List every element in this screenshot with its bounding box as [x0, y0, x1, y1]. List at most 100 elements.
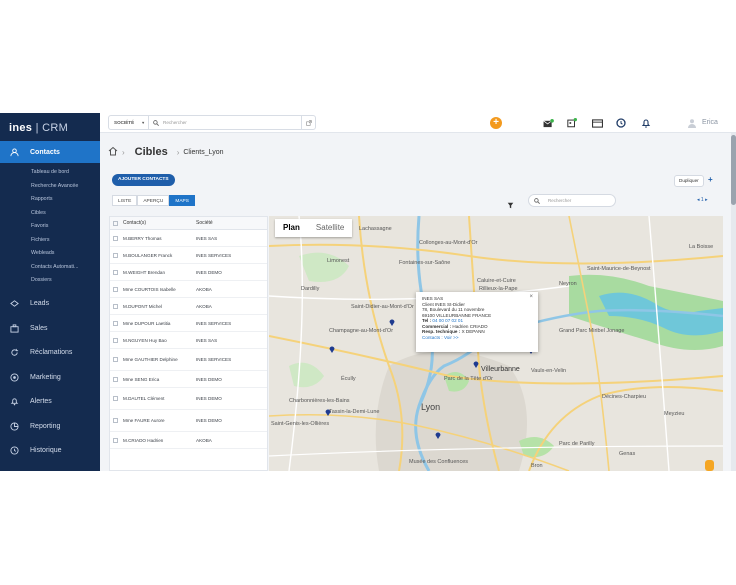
table-row[interactable]: M.BOULANGER Franck INES SERVICES [110, 247, 267, 264]
cell-societe[interactable]: INES SERVICES [196, 253, 267, 258]
sidebar-item-contacts[interactable]: Contacts [0, 141, 100, 163]
cell-contact[interactable]: Mme SENG Erica [123, 377, 196, 382]
table-row[interactable]: Mme FAURE Aurore INES DEMO [110, 410, 267, 432]
row-checkbox[interactable] [113, 357, 118, 362]
cell-contact[interactable]: Mme DUPOUR Laetitia [123, 321, 196, 326]
table-row[interactable]: Mme COURTOIS Isabelle AKOBA [110, 281, 267, 298]
map-label: Charbonnières-les-Bains [289, 398, 350, 404]
row-checkbox[interactable] [113, 437, 118, 443]
subnav-dossiers[interactable]: Dossiers [31, 274, 100, 288]
cell-societe[interactable]: AKOBA [196, 304, 267, 309]
cell-societe[interactable]: INES SAS [196, 236, 267, 241]
subnav-favoris[interactable]: Favoris [31, 220, 100, 234]
sidebar-item-leads[interactable]: Leads [0, 292, 100, 317]
cell-societe[interactable]: INES SERVICES [196, 357, 267, 362]
scrollbar-thumb[interactable] [731, 135, 736, 205]
cell-contact[interactable]: M.BOULANGER Franck [123, 253, 196, 258]
row-checkbox[interactable] [113, 337, 118, 343]
row-checkbox[interactable] [113, 376, 118, 382]
map-type-satellite[interactable]: Satellite [308, 219, 352, 237]
cell-societe[interactable]: AKOBA [196, 287, 267, 292]
cell-contact[interactable]: M.BERRY Thomas [123, 236, 196, 241]
table-row[interactable]: Mme SENG Erica INES DEMO [110, 371, 267, 388]
row-checkbox[interactable] [113, 320, 118, 326]
list-search-input[interactable]: Rechercher [528, 194, 616, 207]
row-checkbox[interactable] [113, 418, 118, 423]
tab-maps[interactable]: MAPS [169, 195, 195, 206]
cell-contact[interactable]: M.DAUTEL Clément [123, 396, 196, 402]
tab-apercu[interactable]: APERÇU [137, 195, 170, 206]
subnav-cibles[interactable]: Cibles [31, 207, 100, 221]
cell-societe[interactable]: AKOBA [196, 438, 267, 443]
external-link-icon[interactable] [301, 116, 315, 129]
cell-contact[interactable]: Mme FAURE Aurore [123, 418, 196, 424]
cell-societe[interactable]: INES DEMO [196, 270, 267, 275]
sidebar-item-alertes[interactable]: Alertes [0, 390, 100, 415]
table-row[interactable]: M.CRIADO Hadrien AKOBA [110, 432, 267, 449]
user-name[interactable]: Erica [702, 119, 718, 126]
cell-societe[interactable]: INES DEMO [196, 377, 267, 382]
table-row[interactable]: Mme DUPOUR Laetitia INES SERVICES [110, 315, 267, 332]
table-row[interactable]: M.NGUYEN Huy Bao INES SAS [110, 332, 267, 349]
cell-contact[interactable]: M.DUPONT Michel [123, 304, 196, 309]
topbar: SOCIÉTÉ ▾ Rechercher + Erica [100, 113, 736, 133]
column-header-contact[interactable]: Contact(s) [123, 220, 196, 226]
table-row[interactable]: M.DAUTEL Clément INES DEMO [110, 388, 267, 410]
search-input[interactable]: Rechercher [163, 120, 301, 125]
cell-contact[interactable]: M.CRIADO Hadrien [123, 438, 196, 443]
cell-contact[interactable]: M.WEIGHT Brendan [123, 270, 196, 275]
row-checkbox[interactable] [113, 252, 118, 258]
sidebar-item-historique[interactable]: Historique [0, 439, 100, 464]
table-row[interactable]: M.BERRY Thomas INES SAS [110, 230, 267, 247]
calendar-icon[interactable] [566, 117, 578, 129]
row-checkbox[interactable] [113, 235, 118, 241]
row-checkbox[interactable] [113, 303, 118, 309]
search-scope-select[interactable]: SOCIÉTÉ ▾ [109, 116, 149, 129]
table-row[interactable]: M.DUPONT Michel AKOBA [110, 298, 267, 315]
card-icon[interactable] [591, 117, 603, 129]
map-view[interactable]: Plan Satellite Lachassagne Collonges-au-… [269, 216, 723, 471]
sidebar-item-sales[interactable]: Sales [0, 316, 100, 341]
cell-societe[interactable]: INES SAS [196, 338, 267, 343]
column-header-societe[interactable]: Société [196, 220, 267, 226]
cell-societe[interactable]: INES DEMO [196, 418, 267, 423]
select-all-checkbox[interactable] [113, 220, 118, 226]
table-row[interactable]: Mme GAUTHIER Delphine INES SERVICES [110, 349, 267, 371]
mail-icon[interactable] [542, 117, 554, 129]
cell-contact[interactable]: Mme GAUTHIER Delphine [123, 357, 196, 363]
street-view-pegman-icon[interactable] [705, 460, 714, 471]
sidebar-item-reporting[interactable]: Reporting [0, 414, 100, 439]
subnav-webleads[interactable]: Webleads [31, 247, 100, 261]
subnav-recherche[interactable]: Recherche Avancée [31, 180, 100, 194]
filter-icon[interactable] [507, 196, 514, 214]
pagination[interactable]: ◂ 1 ▸ [697, 197, 708, 203]
row-checkbox[interactable] [113, 286, 118, 292]
page-scrollbar[interactable] [731, 133, 736, 471]
cell-societe[interactable]: INES SERVICES [196, 321, 267, 326]
avatar[interactable] [686, 117, 698, 129]
subnav-contacts-auto[interactable]: Contacts Automati... [31, 261, 100, 275]
map-type-plan[interactable]: Plan [275, 219, 308, 237]
clock-icon[interactable] [615, 117, 627, 129]
row-checkbox[interactable] [113, 269, 118, 275]
cell-societe[interactable]: INES DEMO [196, 396, 267, 401]
add-icon[interactable]: + [708, 175, 713, 184]
subnav-tableau[interactable]: Tableau de bord [31, 166, 100, 180]
sidebar-item-marketing[interactable]: Marketing [0, 365, 100, 390]
subnav-rapports[interactable]: Rapports [31, 193, 100, 207]
subnav-fichiers[interactable]: Fichiers [31, 234, 100, 248]
app-logo[interactable]: ines | CRM [0, 113, 100, 141]
tab-liste[interactable]: LISTE [112, 195, 138, 206]
row-checkbox[interactable] [113, 396, 118, 401]
bell-icon[interactable] [640, 117, 652, 129]
add-icon[interactable]: + [490, 117, 502, 129]
sidebar-item-reclamations[interactable]: Réclamations [0, 341, 100, 366]
duplicate-button[interactable]: Dupliquer [674, 175, 704, 187]
cell-contact[interactable]: Mme COURTOIS Isabelle [123, 287, 196, 292]
cell-contact[interactable]: M.NGUYEN Huy Bao [123, 338, 196, 343]
add-contacts-button[interactable]: AJOUTER CONTACTS [112, 174, 175, 186]
popup-contacts-link[interactable]: Contacts : Voir >> [422, 335, 532, 341]
home-icon[interactable] [108, 143, 118, 161]
table-row[interactable]: M.WEIGHT Brendan INES DEMO [110, 264, 267, 281]
close-icon[interactable]: × [529, 294, 533, 301]
